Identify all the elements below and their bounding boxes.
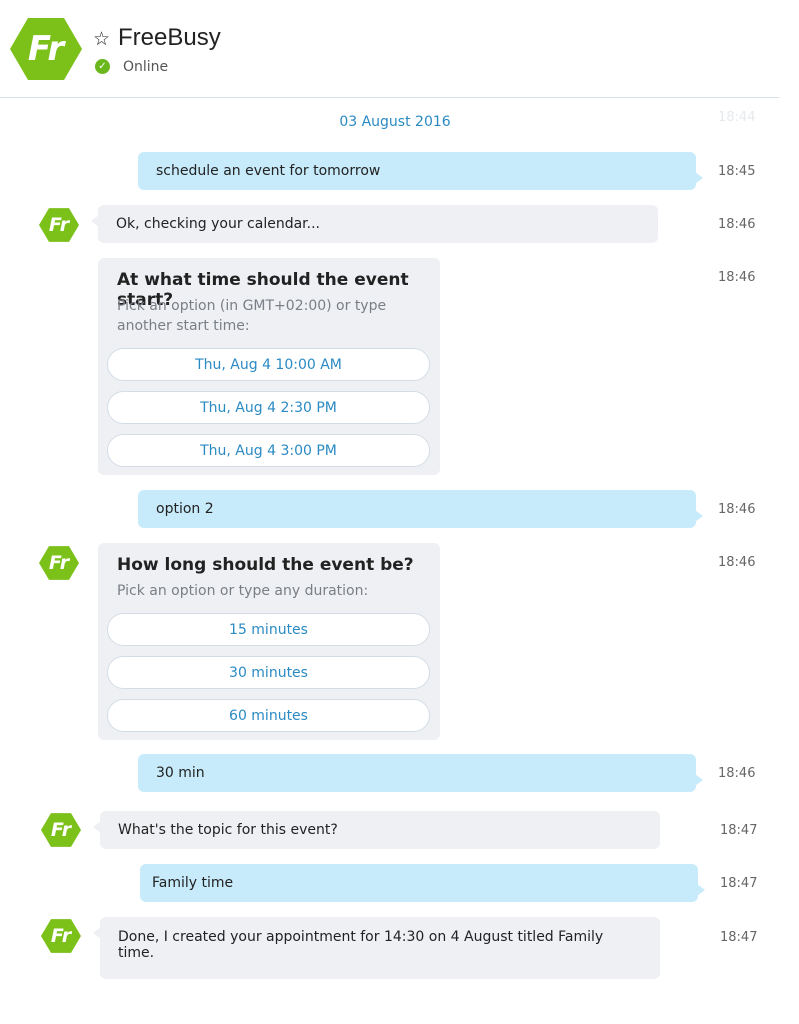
message-timestamp: 18:46 — [718, 766, 756, 781]
message-text: schedule an event for tomorrow — [156, 163, 381, 179]
message-text: Done, I created your appointment for 14:… — [118, 929, 604, 961]
bot-avatar[interactable]: Fr — [39, 546, 79, 580]
bot-message[interactable]: What's the topic for this event? — [93, 811, 660, 849]
card-question: How long should the event be? — [117, 555, 414, 575]
option-button[interactable]: 15 minutes — [107, 613, 430, 646]
option-button[interactable]: Thu, Aug 4 10:00 AM — [107, 348, 430, 381]
message-timestamp: 18:47 — [720, 930, 758, 945]
message-timestamp: 18:47 — [720, 823, 758, 838]
choice-card-duration: How long should the event be? Pick an op… — [98, 543, 440, 740]
message-text: Ok, checking your calendar... — [116, 216, 320, 232]
contact-status: Online — [123, 59, 169, 75]
message-timestamp: 18:46 — [718, 217, 756, 232]
date-separator: 03 August 2016 — [339, 114, 451, 130]
message-timestamp: 18:46 — [718, 270, 756, 285]
date-timestamp: 18:44 — [718, 110, 756, 125]
chat-header: Fr ☆ FreeBusy ✓ Online — [0, 0, 779, 98]
user-message[interactable]: option 2 — [138, 490, 703, 528]
check-circle-icon: ✓ — [95, 59, 110, 74]
star-outline-icon[interactable]: ☆ — [93, 30, 110, 49]
user-message[interactable]: 30 min — [138, 754, 703, 792]
message-timestamp: 18:47 — [720, 876, 758, 891]
card-hint: Pick an option (in GMT+02:00) or type an… — [117, 298, 387, 334]
message-text: Family time — [152, 875, 234, 891]
user-message[interactable]: Family time — [140, 864, 705, 902]
message-text: 30 min — [156, 765, 205, 781]
option-button[interactable]: 60 minutes — [107, 699, 430, 732]
bot-avatar[interactable]: Fr — [41, 813, 81, 847]
card-hint: Pick an option or type any duration: — [117, 583, 369, 599]
message-text: option 2 — [156, 501, 214, 517]
message-text: What's the topic for this event? — [118, 822, 338, 838]
option-button[interactable]: 30 minutes — [107, 656, 430, 689]
contact-avatar[interactable]: Fr — [10, 17, 82, 81]
bot-message[interactable]: Done, I created your appointment for 14:… — [93, 917, 660, 979]
contact-name: FreeBusy — [118, 24, 221, 51]
option-button[interactable]: Thu, Aug 4 2:30 PM — [107, 391, 430, 424]
user-message[interactable]: schedule an event for tomorrow — [138, 152, 703, 190]
bot-message[interactable]: Ok, checking your calendar... — [91, 205, 658, 243]
choice-card-start-time: At what time should the event start? Pic… — [98, 258, 440, 475]
bot-avatar[interactable]: Fr — [41, 919, 81, 953]
option-button[interactable]: Thu, Aug 4 3:00 PM — [107, 434, 430, 467]
message-timestamp: 18:45 — [718, 164, 756, 179]
bot-avatar[interactable]: Fr — [39, 208, 79, 242]
message-timestamp: 18:46 — [718, 502, 756, 517]
message-timestamp: 18:46 — [718, 555, 756, 570]
